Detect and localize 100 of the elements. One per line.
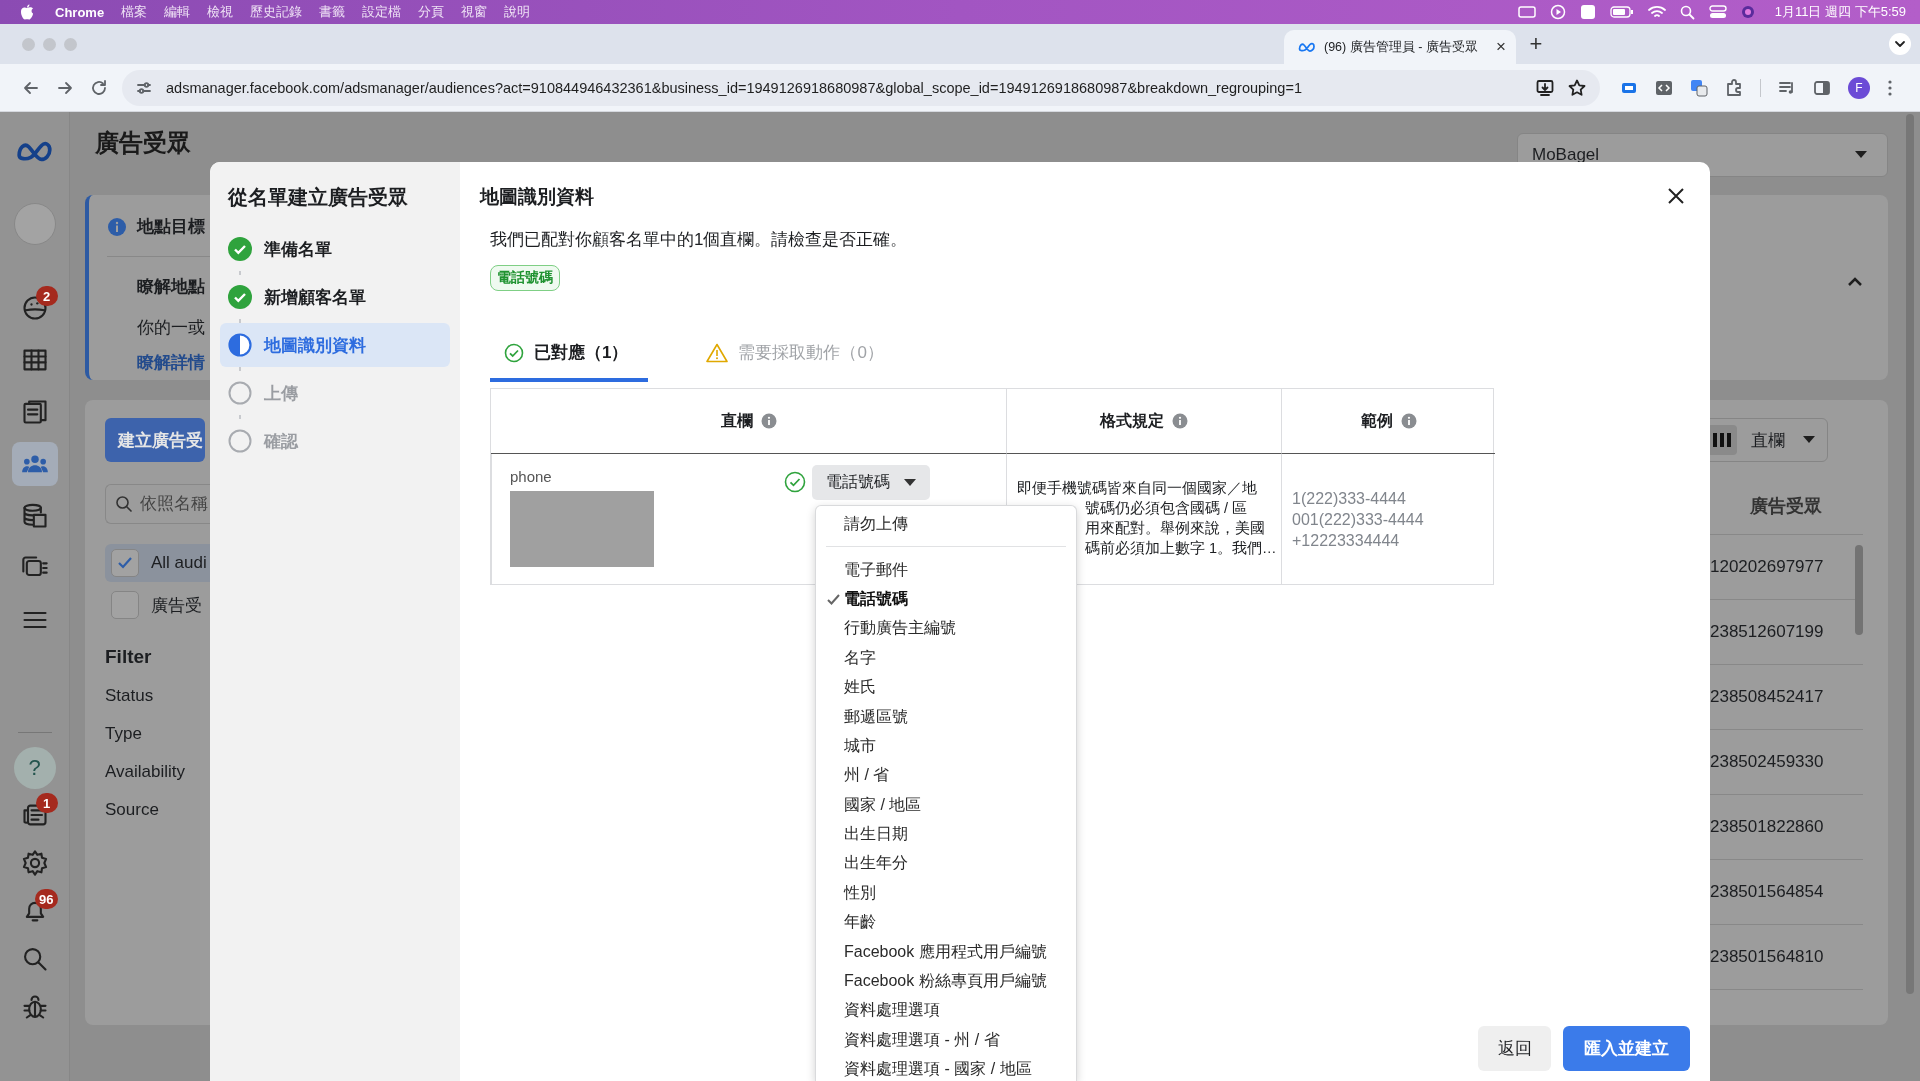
filter-label: 廣告受 bbox=[151, 594, 202, 617]
filter-heading: Filter bbox=[105, 646, 153, 668]
apple-logo-icon bbox=[20, 4, 34, 20]
menu-option[interactable]: 電子郵件 bbox=[816, 555, 1076, 585]
menu-item[interactable]: 說明 bbox=[504, 3, 531, 21]
filter-item[interactable]: Source bbox=[105, 800, 159, 820]
app-menu[interactable]: Chrome bbox=[55, 4, 105, 20]
panel-title: 地圖識別資料 bbox=[480, 185, 594, 209]
settings-icon bbox=[20, 849, 49, 877]
caret-icon bbox=[904, 478, 916, 487]
code-icon[interactable] bbox=[1655, 78, 1673, 97]
nav-button[interactable]: 1 bbox=[11, 793, 58, 837]
menu-item[interactable]: 檢視 bbox=[207, 3, 234, 21]
nav-button[interactable]: 96 bbox=[11, 889, 58, 933]
nav-button[interactable] bbox=[11, 442, 58, 486]
wizard-step[interactable]: 新增顧客名單 bbox=[220, 275, 450, 319]
palette-icon bbox=[20, 294, 49, 322]
side-panel-icon[interactable] bbox=[1813, 78, 1831, 97]
format-text: 碼前必須加上數字 1。我們… bbox=[1084, 539, 1273, 558]
tab-search-icon[interactable] bbox=[1888, 32, 1912, 56]
mapping-tab[interactable]: 已對應（1） bbox=[490, 327, 649, 382]
menu-option[interactable]: 請勿上傳 bbox=[816, 510, 1076, 540]
menu-option[interactable]: 姓氏 bbox=[816, 672, 1076, 703]
source-column-name: phone bbox=[510, 468, 553, 485]
menu-item[interactable]: 編輯 bbox=[164, 3, 191, 21]
close-icon[interactable] bbox=[1666, 186, 1686, 206]
menu-item[interactable]: 書籤 bbox=[319, 3, 346, 21]
profile-avatar[interactable]: F bbox=[1848, 76, 1870, 99]
menu-option[interactable]: 出生日期 bbox=[816, 819, 1076, 850]
menu-option[interactable]: 資料處理選項 bbox=[816, 996, 1076, 1026]
menu-item[interactable]: 歷史記錄 bbox=[250, 3, 303, 21]
menu-option[interactable]: 名字 bbox=[816, 643, 1076, 673]
back-button[interactable]: 返回 bbox=[1478, 1026, 1551, 1071]
search-icon[interactable] bbox=[1679, 4, 1695, 20]
menu-option[interactable]: 性別 bbox=[816, 878, 1076, 909]
wizard-step[interactable]: 準備名單 bbox=[220, 227, 450, 271]
coins-icon bbox=[20, 502, 49, 530]
install-icon[interactable] bbox=[1536, 78, 1554, 97]
site-settings-icon[interactable] bbox=[136, 79, 152, 96]
menu-option[interactable]: 資料處理選項 - 國家 / 地區 bbox=[816, 1055, 1076, 1081]
create-audience-button[interactable]: 建立廣告受 bbox=[105, 418, 205, 462]
menu-option[interactable]: 國家 / 地區 bbox=[816, 790, 1076, 820]
checkbox[interactable] bbox=[111, 591, 139, 619]
menu-option[interactable]: 郵遞區號 bbox=[816, 702, 1076, 732]
wifi-icon[interactable] bbox=[1647, 5, 1666, 19]
check-circle-icon bbox=[504, 342, 524, 363]
address-field[interactable]: adsmanager.facebook.com/adsmanager/audiences?act=910844946432361&business_id=1949126918680987&global_scope_id=1949126918680987&breakdown_regrouping=1 bbox=[122, 69, 1600, 106]
reload-icon[interactable] bbox=[90, 78, 108, 97]
half-circle-icon bbox=[228, 333, 252, 357]
example-value: 001(222)333-4444 bbox=[1292, 510, 1425, 530]
menu-option[interactable]: 行動廣告主編號 bbox=[816, 614, 1076, 644]
puzzle-icon[interactable] bbox=[1725, 78, 1743, 97]
menu-option[interactable]: 城市 bbox=[816, 731, 1076, 762]
example-value: 1(222)333-4444 bbox=[1292, 489, 1407, 509]
search-icon bbox=[115, 495, 133, 513]
check-circle-icon bbox=[228, 237, 252, 261]
wizard-title: 從名單建立廣告受眾 bbox=[226, 185, 409, 210]
import-button[interactable]: 匯入並建立 bbox=[1563, 1026, 1690, 1071]
checkbox[interactable] bbox=[111, 549, 139, 577]
translate-icon[interactable] bbox=[1690, 78, 1708, 97]
filter-item[interactable]: Availability bbox=[105, 762, 185, 782]
format-text: 號碼仍必須包含國碼 / 區 bbox=[1084, 499, 1249, 518]
info-icon bbox=[1172, 413, 1188, 429]
screen-icon[interactable] bbox=[1517, 6, 1536, 18]
wizard-step[interactable]: 地圖識別資料 bbox=[220, 323, 450, 367]
filter-item[interactable]: Status bbox=[105, 686, 154, 706]
menu-option[interactable]: 州 / 省 bbox=[816, 761, 1076, 791]
mapping-dropdown[interactable]: 電話號碼 bbox=[812, 465, 930, 500]
infinity-logo-icon[interactable] bbox=[15, 140, 54, 162]
nav-button[interactable]: 2 bbox=[11, 286, 58, 330]
menu-item[interactable]: 檔案 bbox=[121, 3, 148, 21]
control-center-icon[interactable] bbox=[1708, 5, 1727, 19]
info-text: 瞭解地點 bbox=[137, 276, 205, 298]
filter-item[interactable]: Type bbox=[105, 724, 142, 744]
collapse-icon[interactable] bbox=[1847, 277, 1863, 287]
checkmark-icon bbox=[827, 593, 840, 605]
help-button[interactable]: ? bbox=[13, 747, 56, 789]
scrollbar[interactable] bbox=[1855, 545, 1863, 635]
column-heading: 廣告受眾 bbox=[1750, 495, 1822, 518]
menu-item[interactable]: 分頁 bbox=[418, 3, 445, 21]
battery-icon[interactable] bbox=[1609, 6, 1634, 18]
menu-option[interactable]: Facebook 應用程式用戶編號 bbox=[816, 937, 1076, 967]
browser-tab[interactable]: (96) 廣告管理員 - 廣告受眾 × bbox=[1284, 30, 1516, 64]
star-icon[interactable] bbox=[1568, 78, 1586, 97]
new-tab-button[interactable]: + bbox=[1516, 33, 1556, 55]
info-icon bbox=[760, 413, 777, 429]
format-text: 即便手機號碼皆來自同一個國家／地 bbox=[1017, 479, 1258, 498]
warning-icon bbox=[706, 342, 729, 363]
menu-item[interactable]: 設定檔 bbox=[362, 3, 402, 21]
play-circle-icon[interactable] bbox=[1549, 4, 1566, 20]
menu-option[interactable]: 電話號碼 bbox=[816, 584, 1076, 615]
menu-option[interactable]: Facebook 粉絲專頁用戶編號 bbox=[816, 966, 1076, 997]
menu-item[interactable]: 視窗 bbox=[461, 3, 488, 21]
search-field[interactable]: 依照名稱 bbox=[105, 484, 210, 524]
menu-option[interactable]: 年齡 bbox=[816, 908, 1076, 938]
menu-option[interactable]: 資料處理選項 - 州 / 省 bbox=[816, 1025, 1076, 1056]
more-menu-icon[interactable] bbox=[1887, 78, 1893, 97]
clock: 1月11日 週四 下午5:59 bbox=[1774, 3, 1906, 21]
menu-option[interactable]: 出生年分 bbox=[816, 849, 1076, 879]
close-tab-button[interactable]: × bbox=[1496, 37, 1506, 57]
